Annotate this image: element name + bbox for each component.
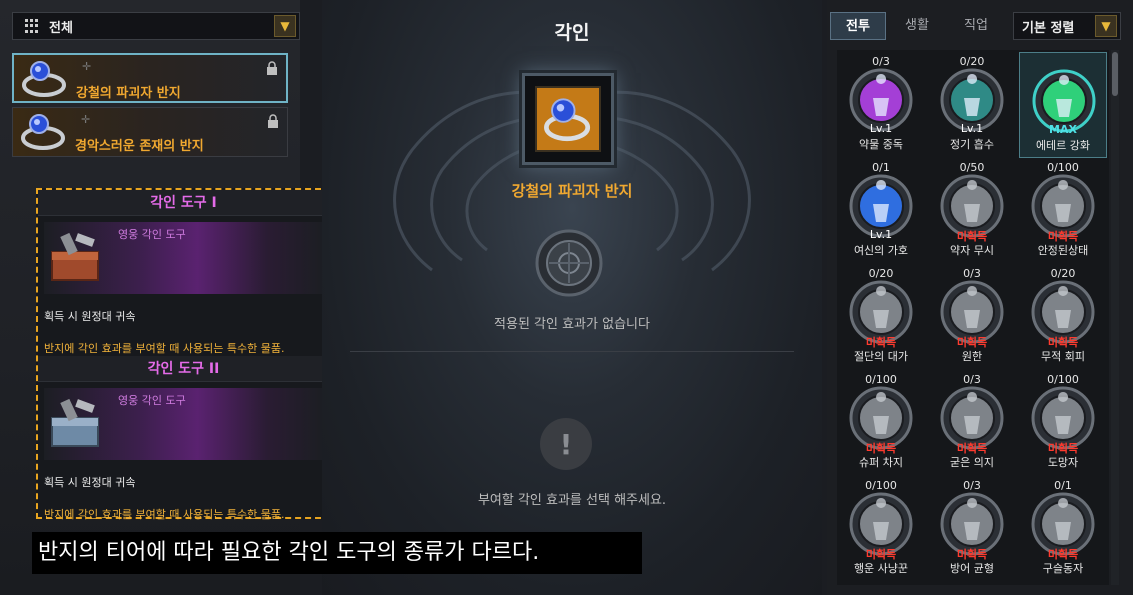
tool-row: 영웅 각인 도구 [44,388,323,460]
ring-icon [22,61,66,97]
scrollbar[interactable] [1111,50,1119,585]
lock-icon [268,114,278,128]
tool-description: 반지에 각인 효과를 부여할 때 사용되는 특수한 물품. [44,508,285,521]
page-title: 각인 [554,22,590,44]
engraving-name: 여신의 가호 [853,244,909,257]
engraving-cell[interactable]: 0/3 미획득 방어 균형 [928,476,1016,582]
ring-name: 경악스러운 존재의 반지 [75,139,204,154]
tab-class[interactable]: 직업 [948,12,1004,40]
divider [350,351,794,352]
engraving-cell[interactable]: 0/50 미획득 약자 무시 [928,158,1016,264]
engraving-cell[interactable]: 0/20 Lv.1 정기 흡수 [928,52,1016,158]
cross-icon: ✛ [81,113,91,126]
engraving-cell[interactable]: 0/20 미획득 무적 회피 [1019,264,1107,370]
engraving-tool-tooltip: 각인 도구 I 영웅 각인 도구 획득 시 원정대 귀속 반지에 각인 효과를 … [36,188,331,522]
scrollbar-thumb[interactable] [1112,52,1118,96]
engraving-cell[interactable]: 0/100 미획득 안정된상태 [1019,158,1107,264]
engraving-count: 0/50 [959,161,985,174]
engraving-count: 0/1 [872,161,890,174]
sort-dropdown[interactable]: 기본 정렬 ▼ [1013,12,1121,40]
engraving-count: 0/100 [865,373,897,386]
bind-text: 획득 시 원정대 귀속 [44,476,136,489]
chevron-down-icon[interactable]: ▼ [1095,15,1117,37]
tool-description: 반지에 각인 효과를 부여할 때 사용되는 특수한 물품. [44,342,285,355]
tool-section: 각인 도구 I 영웅 각인 도구 획득 시 원정대 귀속 반지에 각인 효과를 … [38,190,329,356]
engraving-count: 0/20 [868,267,894,280]
engraving-cell[interactable]: MAX 에테르 강화 [1019,52,1107,158]
engraving-name: 원한 [961,350,983,363]
ring-list-item[interactable]: ✛ 강철의 파괴자 반지 [12,53,288,103]
engraving-state: Lv.1 [869,228,893,241]
caption-subtitle: 반지의 티어에 따라 필요한 각인 도구의 종류가 다르다. [32,532,642,574]
engraving-count: 0/1 [1054,479,1072,492]
engraving-cell[interactable]: 0/3 Lv.1 약물 중독 [837,52,925,158]
engraving-name: 절단의 대가 [853,350,909,363]
cross-icon: ✛ [82,60,92,73]
bind-text: 획득 시 원정대 귀속 [44,310,136,323]
engraving-cell[interactable]: 0/1 미획득 구슬동자 [1019,476,1107,582]
engraving-count: 0/3 [963,373,981,386]
engraving-name: 도망자 [1047,456,1079,469]
ring-list-panel: 전체 ▼ ✛ 강철의 파괴자 반지 ✛ 경악스러운 존재의 반지 각인 도구 I… [0,0,331,595]
engraving-cell[interactable]: 0/100 미획득 행운 사냥꾼 [837,476,925,582]
category-dropdown[interactable]: 전체 ▼ [12,12,300,40]
engraving-name: 정기 흡수 [950,138,994,151]
no-effect-text: 적용된 각인 효과가 없습니다 [494,317,650,332]
select-effect-message: 부여할 각인 효과를 선택 해주세요. [477,493,667,508]
tool-grade: 영웅 각인 도구 [118,394,186,407]
engraving-state: MAX [1049,123,1077,136]
chevron-down-icon[interactable]: ▼ [274,15,296,37]
tool-title: 각인 도구 II [38,356,329,382]
tool-grade: 영웅 각인 도구 [118,228,186,241]
engraving-cell[interactable]: 0/3 미획득 원한 [928,264,1016,370]
ring-icon [21,114,65,150]
engraving-name: 방어 균형 [950,562,994,575]
lock-icon [267,61,277,75]
engraving-grid: 0/3 Lv.1 약물 중독 0/20 Lv.1 정기 흡수 MAX 에테르 강화 0/1 Lv.… [837,50,1109,585]
ring-list-item[interactable]: ✛ 경악스러운 존재의 반지 [12,107,288,157]
engraving-count: 0/100 [1047,161,1079,174]
engraving-name: 에테르 강화 [1035,139,1091,152]
tool-section: 각인 도구 II 영웅 각인 도구 획득 시 원정대 귀속 반지에 각인 효과를… [38,356,329,522]
engraving-state: Lv.1 [869,122,893,135]
warning-icon: ! [540,418,592,470]
engraving-center-panel: 각인 강철의 파괴자 반지 적용된 각인 효과가 없습니다 ! 부여할 각인 효… [322,0,822,595]
engraving-count: 0/100 [865,479,897,492]
ring-icon [544,98,591,142]
grid-menu-icon [25,19,39,33]
engraving-count: 0/3 [872,55,890,68]
engraving-name: 행운 사냥꾼 [853,562,909,575]
engraving-state: Lv.1 [960,122,984,135]
engraving-name: 안정된상태 [1037,244,1089,257]
engraving-count: 0/20 [1050,267,1076,280]
engraving-name: 무적 회피 [1041,350,1085,363]
tab-combat[interactable]: 전투 [830,12,886,40]
selected-ring-slot[interactable] [522,73,614,165]
engraving-count: 0/3 [963,267,981,280]
engraving-name: 구슬동자 [1042,562,1084,575]
engraving-count: 0/3 [963,479,981,492]
engraving-name: 굳은 의지 [950,456,994,469]
engraving-cell[interactable]: 0/100 미획득 슈퍼 차지 [837,370,925,476]
engraving-name: 약물 중독 [859,138,903,151]
engraving-count: 0/100 [1047,373,1079,386]
engraving-cell[interactable]: 0/1 Lv.1 여신의 가호 [837,158,925,264]
engraving-seal-icon [535,229,603,297]
engraving-name: 약자 무시 [950,244,994,257]
engraving-effects-panel: 전투 생활 직업 기본 정렬 ▼ 0/3 Lv.1 약물 중독 0/20 Lv.1 정기 … [827,0,1133,595]
toolbox-icon [51,232,99,281]
toolbox-icon [51,398,99,447]
sort-dropdown-label: 기본 정렬 [1022,20,1075,36]
engraving-cell[interactable]: 0/3 미획득 굳은 의지 [928,370,1016,476]
engraving-name: 슈퍼 차지 [859,456,903,469]
ring-name: 강철의 파괴자 반지 [76,86,181,101]
tool-row: 영웅 각인 도구 [44,222,323,294]
tab-life[interactable]: 생활 [889,12,945,40]
category-dropdown-label: 전체 [49,20,73,36]
selected-ring-name: 강철의 파괴자 반지 [511,182,633,200]
engraving-count: 0/20 [959,55,985,68]
tool-title: 각인 도구 I [38,190,329,216]
engraving-cell[interactable]: 0/20 미획득 절단의 대가 [837,264,925,370]
engraving-cell[interactable]: 0/100 미획득 도망자 [1019,370,1107,476]
